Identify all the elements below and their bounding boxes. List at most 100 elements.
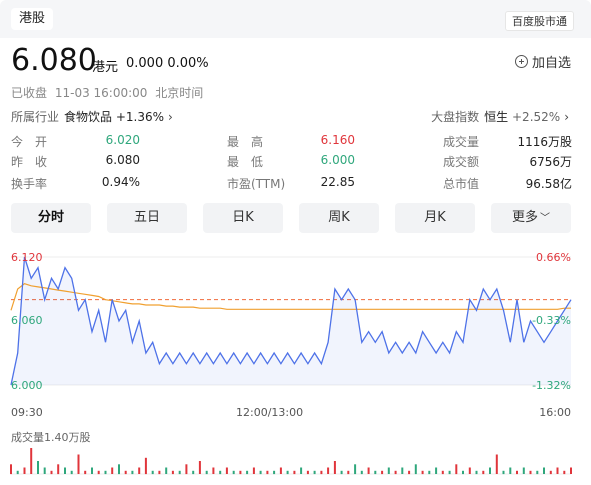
volume-bar (165, 467, 168, 474)
market-index-link[interactable]: 大盘指数 恒生 +2.52% › (431, 108, 569, 125)
volume-bar (232, 470, 235, 475)
volume-bar (529, 470, 532, 475)
volume-bar (414, 464, 417, 475)
status-time: 11-03 16:00:00 (54, 86, 148, 100)
currency-unit: 港元 (92, 60, 119, 75)
volume-bar (333, 461, 336, 474)
volume-bar (273, 470, 276, 475)
low-label: 最 低 (227, 155, 264, 169)
volume-bar (462, 470, 464, 475)
volume-bar (219, 470, 222, 475)
status-zone: 北京时间 (155, 86, 204, 100)
y-right-tick-mid: -0.33% (532, 314, 571, 327)
volume-bar (340, 470, 343, 475)
volume-bar (144, 457, 147, 475)
market-cap-value: 96.58亿 (525, 177, 572, 191)
open-label: 今 开 (11, 135, 48, 149)
industry-change: +1.36% (115, 110, 165, 124)
open-value: 6.020 (105, 133, 140, 147)
volume-bar (212, 467, 215, 474)
volume-bar (43, 467, 46, 474)
volume-bar (30, 448, 33, 474)
volume-bar (360, 470, 363, 475)
volume-bar (23, 467, 26, 474)
volume-bar (16, 470, 19, 475)
index-name: 恒生 (484, 110, 509, 124)
tab-monthly-k[interactable]: 月K (395, 203, 475, 233)
industry-label: 所属行业 (11, 110, 60, 124)
volume-bar (138, 467, 141, 474)
volume-bar (97, 470, 100, 475)
volume-bar (77, 454, 80, 474)
volume-bar (320, 470, 323, 475)
volume-bar (64, 467, 66, 474)
volume-bar (482, 470, 485, 475)
volume-bar (178, 470, 181, 475)
volume-bar (185, 464, 188, 475)
high-label: 最 高 (227, 135, 264, 149)
volume-bar (259, 470, 262, 475)
amount-label: 成交额 (443, 155, 480, 169)
x-tick-midday: 12:00/13:00 (236, 406, 304, 419)
volume-bar (367, 467, 370, 474)
add-watchlist-label: 加自选 (531, 56, 571, 71)
app-tag[interactable]: 百度股市通 (505, 11, 574, 31)
intraday-chart-svg (10, 256, 572, 475)
volume-bar (556, 467, 559, 474)
change-value: 0.000 (126, 56, 164, 71)
index-label: 大盘指数 (431, 110, 480, 124)
volume-bar (10, 464, 12, 475)
volume-bar (50, 470, 53, 475)
volume-bar (300, 467, 303, 474)
volume-bar (37, 461, 39, 474)
tab-five-day[interactable]: 五日 (107, 203, 187, 233)
y-left-tick-mid: 6.060 (11, 314, 43, 327)
price-change: 0.000 0.00% (126, 56, 209, 71)
amount-value: 6756万 (529, 155, 572, 169)
tab-daily-k[interactable]: 日K (203, 203, 283, 233)
volume-bar (374, 470, 377, 475)
status-state: 已收盘 (11, 86, 48, 100)
chevron-right-icon: › (168, 110, 173, 124)
volume-bar (205, 470, 208, 475)
volume-bar (408, 470, 411, 475)
volume-bar (131, 470, 134, 475)
volume-bar (151, 470, 154, 475)
tab-more[interactable]: 更多 ﹀ (491, 203, 571, 233)
volume-bar (502, 470, 505, 475)
volume-bar (266, 470, 269, 475)
volume-bar (387, 467, 390, 474)
volume-bar (192, 470, 195, 475)
market-tag[interactable]: 港股 (11, 8, 54, 30)
change-pct: 0.00% (167, 56, 209, 71)
volume-bar (225, 467, 228, 474)
volume-bar (394, 470, 397, 475)
industry-link[interactable]: 所属行业 食物饮品 +1.36% › (11, 108, 173, 125)
volume-bar (327, 467, 330, 474)
volume-bar (354, 464, 357, 475)
volume-bar (313, 470, 316, 475)
pe-label: 市盈(TTM) (227, 177, 286, 191)
tab-intraday[interactable]: 分时 (11, 203, 91, 233)
prev-close-value: 6.080 (105, 153, 140, 167)
volume-bar (91, 467, 93, 474)
volume-bar (111, 467, 114, 474)
volume-bar (570, 467, 572, 474)
tab-weekly-k[interactable]: 周K (299, 203, 379, 233)
volume-bar (563, 470, 566, 475)
volume-bar (428, 470, 431, 475)
add-watchlist-button[interactable]: 加自选 (514, 52, 571, 71)
intraday-chart[interactable]: 6.120 6.060 6.000 0.66% -0.33% -1.32% 09… (0, 244, 591, 485)
volume-bar (252, 467, 255, 474)
volume-bar (441, 470, 444, 475)
index-change: +2.52% (512, 110, 561, 124)
volume-bar (158, 470, 161, 475)
volume-bar (171, 470, 174, 475)
volume-value: 1116万股 (517, 135, 572, 149)
y-left-tick-low: 6.000 (11, 379, 43, 392)
volume-bar (448, 470, 451, 475)
volume-bar (549, 470, 552, 475)
x-tick-close: 16:00 (539, 406, 571, 419)
volume-bar (293, 470, 296, 475)
plus-circle-icon (514, 55, 528, 68)
